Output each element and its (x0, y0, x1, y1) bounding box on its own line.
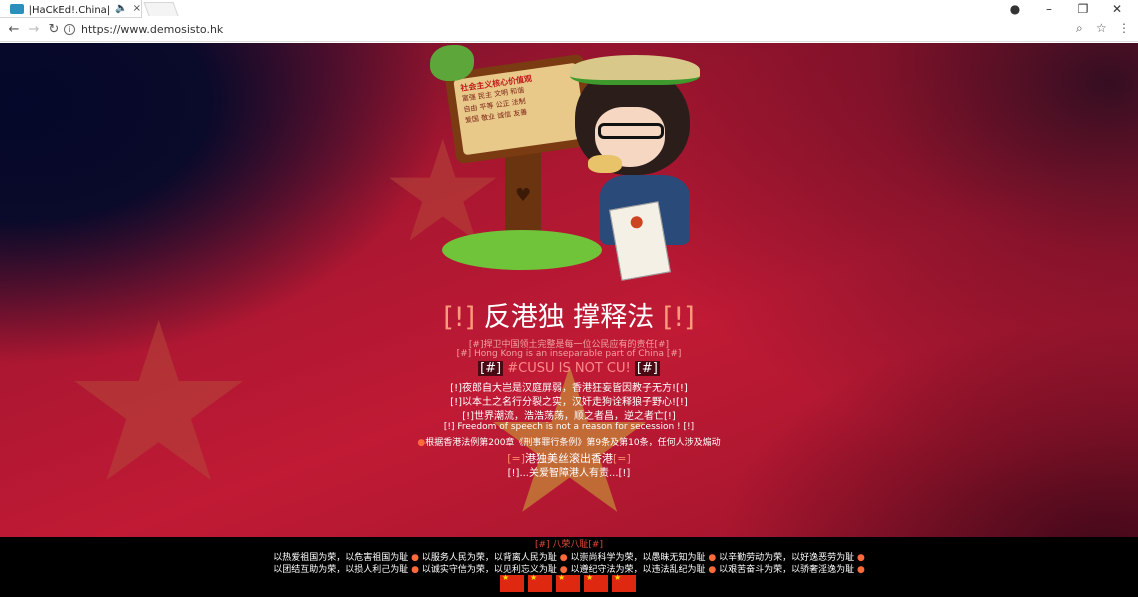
favicon-icon (10, 3, 24, 14)
tab-strip: |HaCkEd!.China|上|C 🔈 × ● – ❐ ✕ (0, 0, 1138, 18)
footer-item: 以团结互助为荣，以损人利己为耻 (273, 565, 409, 575)
text-line: [!]以本土之名行分裂之实，汉奸走狗诠释狼子野心![!] (450, 397, 688, 408)
text-line: [!]夜郎自大岂是汉庭屏弱，香港狂妄皆因教子无方![!] (450, 383, 688, 394)
cartoon-illustration: ♥ 社会主义核心价值观 富强 民主 文明 和谐 自由 平等 公正 法制 爱国 敬… (420, 45, 710, 285)
flag-row (500, 573, 636, 592)
glasses-icon (598, 123, 664, 139)
footer-item: 以艰苦奋斗为荣，以骄奢淫逸为耻 (719, 565, 855, 575)
info-icon[interactable]: i (64, 24, 75, 35)
heart-icon: ♥ (515, 185, 532, 206)
menu-icon[interactable]: ⋮ (1118, 21, 1130, 35)
footer-title: [#] 八荣八耻[#] (535, 540, 603, 550)
reload-icon[interactable]: ↻ (44, 20, 64, 40)
maximize-button[interactable]: ❐ (1068, 0, 1098, 18)
text-line: [!]世界潮流，浩浩荡荡，顺之者昌，逆之者亡[!] (462, 411, 676, 422)
law-line: ●根据香港法例第200章《刑事罪行条例》第9条及第10条，任何人涉及煽动 (0, 435, 1138, 448)
cusu-text: #CUSU IS NOT CU! (503, 361, 635, 376)
new-tab-button[interactable] (143, 2, 179, 16)
browser-tab[interactable]: |HaCkEd!.China|上|C 🔈 × (0, 0, 142, 18)
address-bar[interactable]: i https://www.demosisto.hk (64, 20, 1094, 39)
minimize-button[interactable]: – (1034, 0, 1064, 18)
text-line: [#] Hong Kong is an inseparable part of … (456, 349, 682, 359)
china-flag-icon (612, 573, 636, 592)
china-flag-icon (556, 573, 580, 592)
forward-icon[interactable]: → (24, 20, 44, 40)
china-flag-icon (584, 573, 608, 592)
zoom-icon[interactable]: ⌕ (1076, 21, 1083, 36)
back-icon[interactable]: ← (4, 20, 24, 40)
url-text: https://www.demosisto.hk (81, 23, 224, 36)
china-flag-icon (528, 573, 552, 592)
bullet-icon: ● (411, 565, 419, 575)
text-line: [!] Freedom of speech is not a reason fo… (443, 422, 695, 432)
account-icon[interactable]: ● (1000, 0, 1030, 18)
headline-text: 反港独 撑释法 (475, 302, 663, 333)
law-text: 根据香港法例第200章《刑事罪行条例》第9条及第10条，任何人涉及煽动 (425, 438, 721, 448)
browser-toolbar: ← → ↻ i https://www.demosisto.hk ⌕ ☆ ⋮ (0, 18, 1138, 42)
defaced-page: ★ ★ ★ ♥ 社会主义核心价值观 富强 民主 文明 和谐 自由 平等 公正 法… (0, 43, 1138, 597)
hash-tag: [#] (478, 361, 504, 376)
bullet-icon: ● (708, 565, 717, 575)
emblem-icon (629, 215, 644, 230)
tab-close-icon[interactable]: × (133, 3, 141, 14)
speaker-icon[interactable]: 🔈 (115, 3, 127, 14)
cusu-line: [#] #CUSU IS NOT CU! [#] (0, 361, 1138, 376)
duck-beak (588, 155, 622, 173)
bookmark-star-icon[interactable]: ☆ (1096, 21, 1107, 35)
headline-bracket: [!] (662, 302, 695, 333)
footer-row: 以团结互助为荣，以损人利己为耻 ● 以诚实守信为荣，以见利忘义为耻 ● 以遵纪守… (0, 562, 1138, 575)
headline: [!] 反港独 撑释法 [!] (0, 295, 1138, 334)
china-flag-icon (500, 573, 524, 592)
headline-bracket: [!] (443, 302, 476, 333)
bullet-icon: ● (856, 565, 865, 575)
footer-bar: [#] 八荣八耻[#] 以热爱祖国为荣，以危害祖国为耻 ● 以服务人民为荣，以背… (0, 537, 1138, 597)
tab-title: |HaCkEd!.China|上|C (28, 5, 111, 16)
close-window-button[interactable]: ✕ (1102, 0, 1132, 18)
text-line: [!]...关爱智障港人有责...[!] (507, 468, 631, 479)
leaves-icon (430, 45, 474, 81)
character-hat (570, 55, 700, 85)
grass-patch (442, 230, 602, 270)
hash-tag: [#] (634, 361, 660, 376)
